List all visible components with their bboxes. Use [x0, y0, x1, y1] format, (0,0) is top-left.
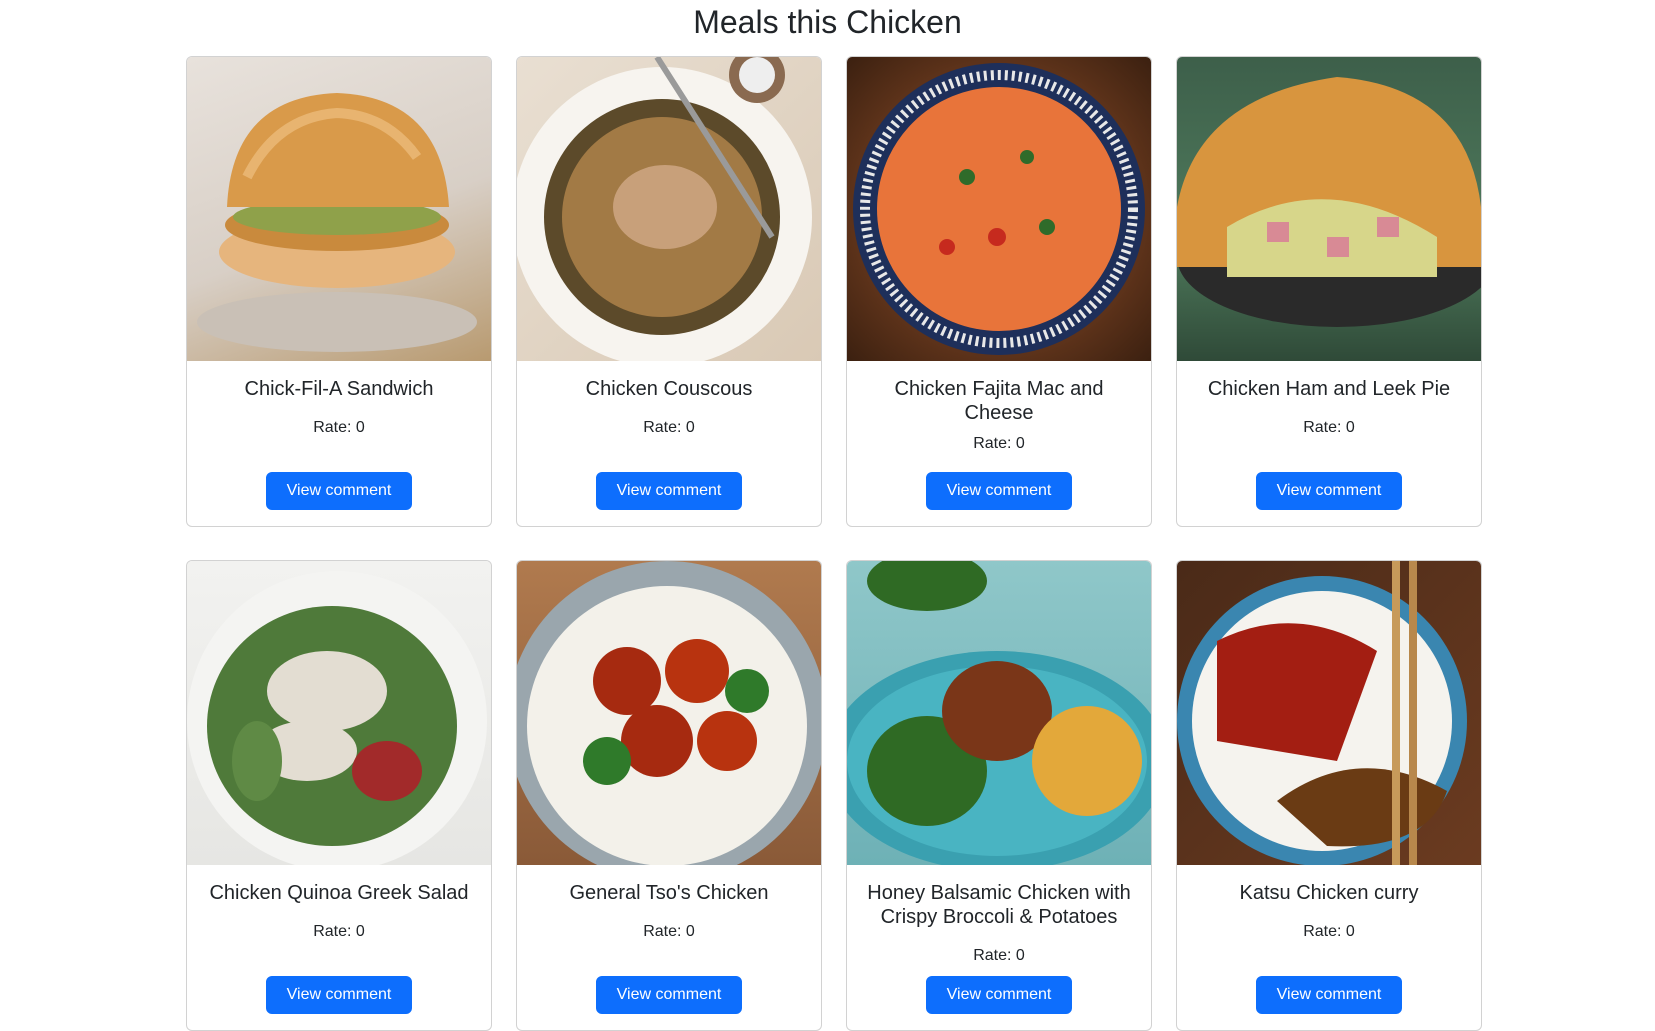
- meal-image[interactable]: [187, 561, 491, 865]
- meal-rate: Rate: 0: [643, 923, 695, 940]
- view-comment-button[interactable]: View comment: [1255, 976, 1403, 1014]
- meal-image[interactable]: [517, 57, 821, 361]
- meal-title: Katsu Chicken curry: [1239, 882, 1419, 904]
- meal-title: Honey Balsamic Chicken with Crispy Brocc…: [867, 882, 1131, 928]
- meal-card: Chicken Fajita Mac and Cheese Rate: 0 Vi…: [846, 56, 1152, 527]
- page-title: Meals this Chicken: [693, 4, 962, 40]
- view-comment-button[interactable]: View comment: [925, 472, 1073, 510]
- meal-grid: Chick-Fil-A Sandwich Rate: 0 View commen…: [186, 56, 1482, 1031]
- meal-title: Chicken Couscous: [585, 378, 753, 400]
- view-comment-button[interactable]: View comment: [265, 472, 413, 510]
- view-comment-button[interactable]: View comment: [1255, 472, 1403, 510]
- view-comment-button[interactable]: View comment: [265, 976, 413, 1014]
- meal-title: Chicken Ham and Leek Pie: [1207, 378, 1451, 400]
- meal-title: Chick-Fil-A Sandwich: [244, 378, 434, 400]
- meal-image[interactable]: [847, 561, 1151, 865]
- meal-rate: Rate: 0: [1303, 923, 1355, 940]
- meal-card: Chick-Fil-A Sandwich Rate: 0 View commen…: [186, 56, 492, 527]
- meal-image[interactable]: [847, 57, 1151, 361]
- meal-rate: Rate: 0: [313, 419, 365, 436]
- view-comment-button[interactable]: View comment: [595, 472, 743, 510]
- meal-rate: Rate: 0: [973, 435, 1025, 452]
- meal-rate: Rate: 0: [643, 419, 695, 436]
- meal-card: Chicken Ham and Leek Pie Rate: 0 View co…: [1176, 56, 1482, 527]
- meal-card: Katsu Chicken curry Rate: 0 View comment: [1176, 560, 1482, 1031]
- meal-image[interactable]: [517, 561, 821, 865]
- meal-title: Chicken Fajita Mac and Cheese: [894, 378, 1104, 424]
- meal-image[interactable]: [1177, 57, 1481, 361]
- view-comment-button[interactable]: View comment: [595, 976, 743, 1014]
- meal-rate: Rate: 0: [1303, 419, 1355, 436]
- meal-card: General Tso's Chicken Rate: 0 View comme…: [516, 560, 822, 1031]
- meal-card: Honey Balsamic Chicken with Crispy Brocc…: [846, 560, 1152, 1031]
- view-comment-button[interactable]: View comment: [925, 976, 1073, 1014]
- meal-title: General Tso's Chicken: [569, 882, 769, 904]
- meal-card: Chicken Quinoa Greek Salad Rate: 0 View …: [186, 560, 492, 1031]
- meal-title: Chicken Quinoa Greek Salad: [209, 882, 469, 904]
- meal-image[interactable]: [1177, 561, 1481, 865]
- meal-rate: Rate: 0: [313, 923, 365, 940]
- meal-image[interactable]: [187, 57, 491, 361]
- meal-rate: Rate: 0: [973, 947, 1025, 964]
- meal-card: Chicken Couscous Rate: 0 View comment: [516, 56, 822, 527]
